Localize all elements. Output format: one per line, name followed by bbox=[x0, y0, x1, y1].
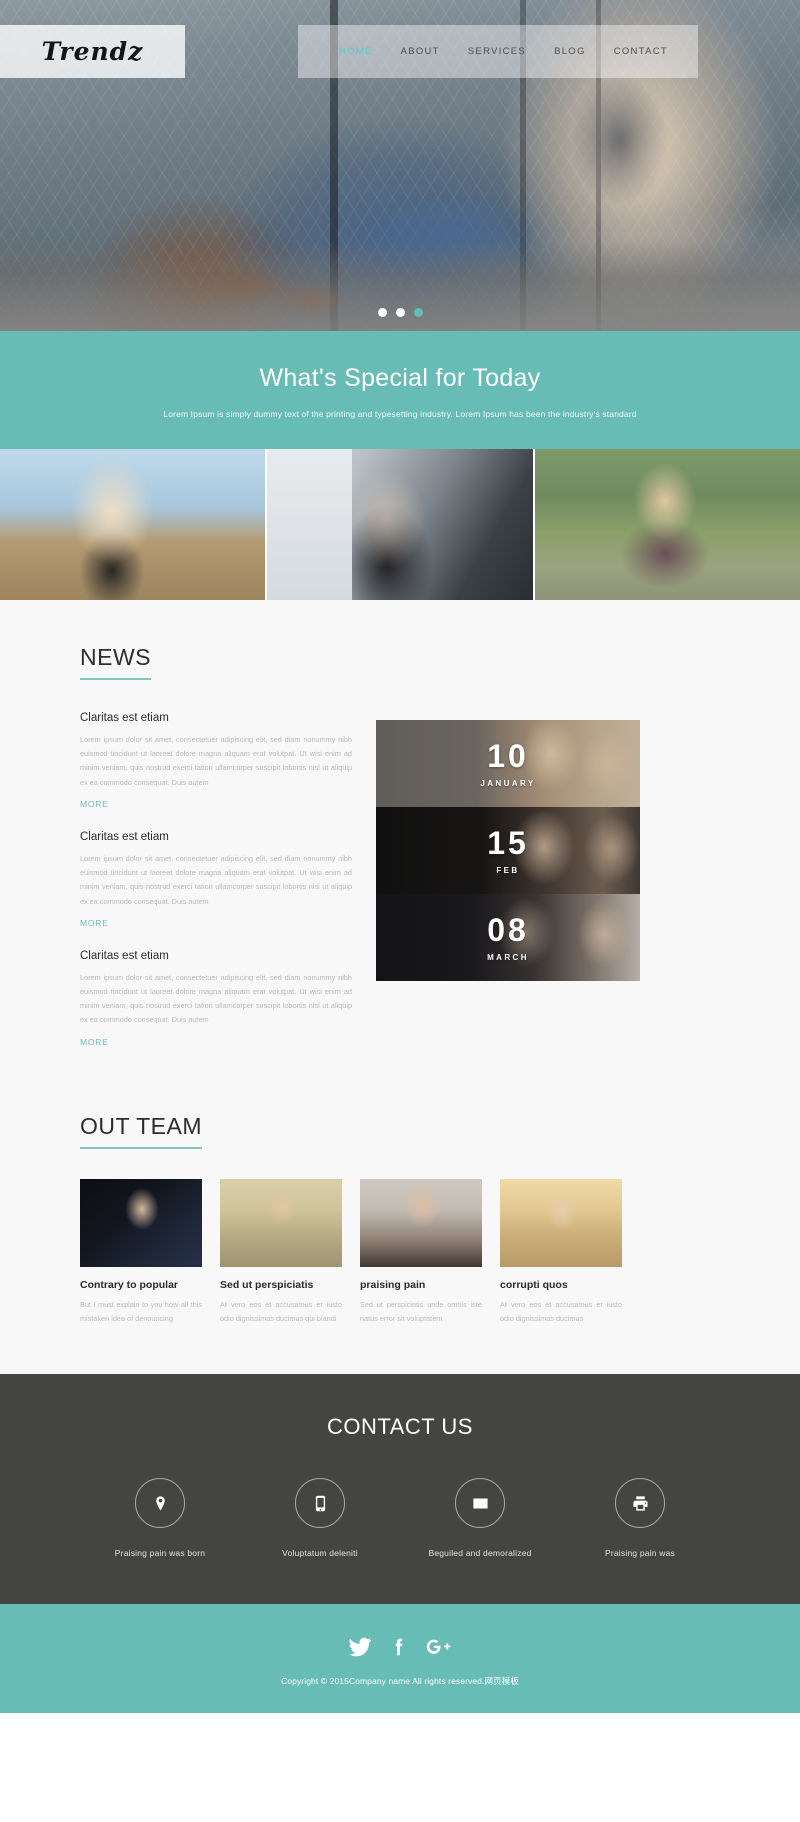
team-member-name: Contrary to popular bbox=[80, 1278, 179, 1291]
team-member-name: praising pain bbox=[360, 1278, 426, 1291]
news-item-title: Claritas est etiam bbox=[80, 949, 169, 962]
slider-dots bbox=[0, 308, 800, 317]
news-more-link[interactable]: MORE bbox=[80, 1037, 109, 1047]
contact-heading: CONTACT US bbox=[327, 1414, 473, 1440]
team-member-card[interactable]: Contrary to popular But I must explain t… bbox=[80, 1178, 202, 1326]
date-day: 08 bbox=[487, 911, 529, 948]
landing-page: Trendz HOME ABOUT SERVICES BLOG CONTACT … bbox=[0, 0, 800, 1714]
slider-dot-1[interactable] bbox=[377, 308, 387, 317]
contact-item-label: Praising pain was bbox=[604, 1548, 676, 1559]
content-container: NEWS Claritas est etiam Lorem ipsum dolo… bbox=[80, 600, 720, 1326]
location-pin-icon bbox=[135, 1478, 185, 1529]
special-title: What's Special for Today bbox=[259, 364, 541, 392]
google-plus-icon[interactable] bbox=[426, 1636, 452, 1658]
main-content: NEWS Claritas est etiam Lorem ipsum dolo… bbox=[0, 600, 800, 1375]
news-section: Claritas est etiam Lorem ipsum dolor sit… bbox=[80, 712, 720, 1069]
contact-item-location[interactable]: Praising pain was born bbox=[80, 1478, 240, 1558]
contact-item-email[interactable]: Beguiled and demoralized bbox=[400, 1478, 560, 1558]
news-item-body: Lorem ipsum dolor sit amet, consectetuer… bbox=[80, 853, 352, 906]
date-day: 15 bbox=[487, 824, 529, 861]
slider-dot-3-active[interactable] bbox=[413, 308, 423, 317]
mobile-phone-icon bbox=[295, 1478, 345, 1529]
nav-item-contact[interactable]: CONTACT bbox=[600, 46, 682, 57]
site-logo: Trendz bbox=[41, 37, 144, 66]
team-member-photo bbox=[360, 1178, 482, 1267]
main-navigation: HOME ABOUT SERVICES BLOG CONTACT bbox=[298, 25, 698, 78]
contact-item-phone[interactable]: Voluptatum deleniti bbox=[240, 1478, 400, 1558]
team-member-photo bbox=[80, 1178, 202, 1267]
special-subtitle: Lorem Ipsum is simply dummy text of the … bbox=[163, 409, 637, 419]
nav-item-about[interactable]: ABOUT bbox=[387, 46, 454, 57]
hero-ground-gradient bbox=[0, 241, 800, 331]
team-member-description: But I must explain to you how all this m… bbox=[80, 1299, 202, 1323]
team-member-description: At vero eos et accusamus et iusto odio d… bbox=[220, 1299, 342, 1323]
date-month: FEB bbox=[496, 865, 520, 875]
contact-item-fax[interactable]: Praising pain was bbox=[560, 1478, 720, 1558]
gallery-image-2[interactable] bbox=[267, 449, 533, 600]
team-member-description: At vero eos et accusamus et iusto odio d… bbox=[500, 1299, 622, 1323]
date-day: 10 bbox=[487, 737, 529, 774]
news-item-title: Claritas est etiam bbox=[80, 712, 169, 724]
nav-item-home[interactable]: HOME bbox=[325, 46, 387, 57]
date-month: MARCH bbox=[487, 952, 529, 962]
news-date-card[interactable]: 10 JANUARY bbox=[376, 720, 640, 807]
gallery-image-1[interactable] bbox=[0, 449, 266, 600]
news-item: Claritas est etiam Lorem ipsum dolor sit… bbox=[80, 712, 352, 812]
news-heading: NEWS bbox=[80, 600, 151, 680]
site-header: Trendz HOME ABOUT SERVICES BLOG CONTACT bbox=[0, 25, 800, 78]
contact-item-label: Praising pain was born bbox=[114, 1548, 206, 1559]
news-item-body: Lorem ipsum dolor sit amet, consectetuer… bbox=[80, 972, 352, 1025]
twitter-icon[interactable] bbox=[348, 1635, 372, 1659]
contact-item-label: Beguiled and demoralized bbox=[428, 1548, 532, 1559]
site-footer: Copyright © 2015Company name All rights … bbox=[0, 1604, 800, 1714]
team-member-card[interactable]: Sed ut perspiciatis At vero eos et accus… bbox=[220, 1178, 342, 1326]
logo-container[interactable]: Trendz bbox=[0, 25, 185, 78]
gallery-image-3[interactable] bbox=[534, 449, 800, 600]
team-section: Contrary to popular But I must explain t… bbox=[80, 1178, 720, 1326]
news-more-link[interactable]: MORE bbox=[80, 799, 109, 809]
team-member-card[interactable]: corrupti quos At vero eos et accusamus e… bbox=[500, 1178, 622, 1326]
team-heading: OUT TEAM bbox=[80, 1069, 202, 1149]
gallery-image-2-backdrop bbox=[267, 449, 353, 600]
gallery-strip bbox=[0, 449, 800, 600]
social-links bbox=[0, 1635, 800, 1659]
team-member-card[interactable]: praising pain Sed ut perspiciatis unde o… bbox=[360, 1178, 482, 1326]
hero-slider[interactable]: Trendz HOME ABOUT SERVICES BLOG CONTACT bbox=[0, 0, 800, 331]
news-item-title: Claritas est etiam bbox=[80, 830, 169, 843]
team-member-photo bbox=[220, 1178, 342, 1267]
news-list: Claritas est etiam Lorem ipsum dolor sit… bbox=[80, 712, 352, 1069]
contact-items: Praising pain was born Voluptatum deleni… bbox=[80, 1478, 720, 1558]
copyright-text: Copyright © 2015Company name All rights … bbox=[281, 1676, 519, 1687]
special-today-band: What's Special for Today Lorem Ipsum is … bbox=[0, 331, 800, 449]
slider-dot-2[interactable] bbox=[395, 308, 405, 317]
news-date-card[interactable]: 15 FEB bbox=[376, 807, 640, 894]
contact-item-label: Voluptatum deleniti bbox=[282, 1548, 358, 1559]
news-item: Claritas est etiam Lorem ipsum dolor sit… bbox=[80, 950, 352, 1050]
nav-item-blog[interactable]: BLOG bbox=[540, 46, 600, 57]
news-item: Claritas est etiam Lorem ipsum dolor sit… bbox=[80, 831, 352, 931]
nav-item-services[interactable]: SERVICES bbox=[454, 46, 540, 57]
team-member-description: Sed ut perspiciatis unde omnis iste natu… bbox=[360, 1299, 482, 1323]
news-date-gallery: 10 JANUARY 15 FEB 08 MARCH bbox=[376, 720, 640, 1069]
date-month: JANUARY bbox=[480, 778, 536, 788]
envelope-icon bbox=[455, 1478, 505, 1529]
news-date-card[interactable]: 08 MARCH bbox=[376, 894, 640, 981]
facebook-icon[interactable] bbox=[388, 1636, 410, 1658]
printer-icon bbox=[615, 1478, 665, 1529]
news-more-link[interactable]: MORE bbox=[80, 918, 109, 928]
news-item-body: Lorem ipsum dolor sit amet, consectetuer… bbox=[80, 735, 352, 787]
team-member-name: Sed ut perspiciatis bbox=[220, 1278, 314, 1291]
team-member-name: corrupti quos bbox=[500, 1278, 568, 1291]
team-member-photo bbox=[500, 1178, 622, 1267]
contact-section: CONTACT US Praising pain was born Volupt… bbox=[0, 1374, 800, 1605]
